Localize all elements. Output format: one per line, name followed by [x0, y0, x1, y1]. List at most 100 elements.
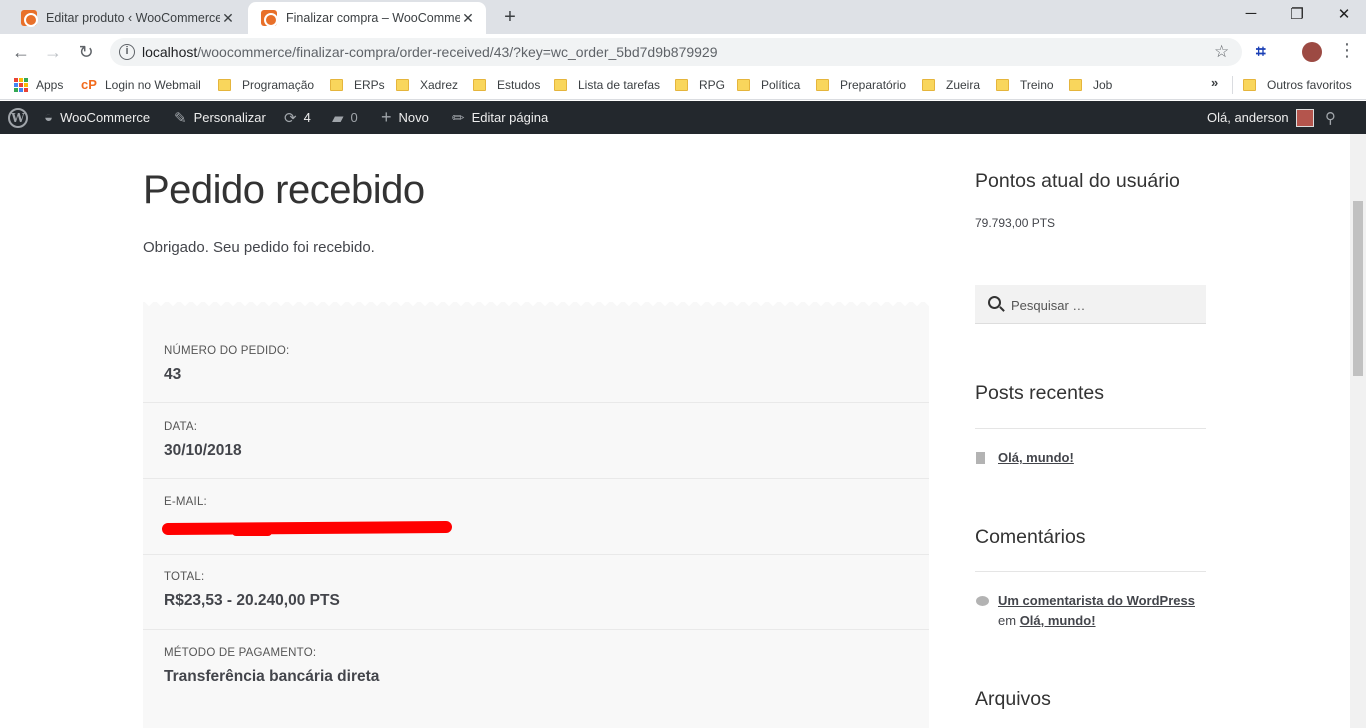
bookmark-xadrez[interactable]: Xadrez — [396, 76, 458, 94]
order-number-label: Número do pedido: — [164, 345, 290, 357]
apps-grid-icon — [14, 78, 28, 92]
comment-author-link[interactable]: Um comentarista do WordPress — [998, 593, 1195, 608]
site-name: WooCommerce — [60, 110, 151, 125]
order-date-row: Data: 30/10/2018 — [143, 403, 929, 479]
bookmark-label: Zueira — [946, 78, 981, 92]
points-widget-title: Pontos atual do usuário — [975, 170, 1180, 192]
comment-meta: em Olá, mundo! — [998, 613, 1096, 628]
folder-icon — [922, 79, 935, 91]
comment-post-link[interactable]: Olá, mundo! — [1020, 613, 1096, 628]
tab-title: Editar produto ‹ WooCommerce — [46, 11, 220, 25]
menu-kebab-icon[interactable]: ⋮ — [1338, 40, 1356, 61]
xampp-favicon-icon — [261, 10, 278, 27]
forward-arrow-icon[interactable]: → — [42, 41, 64, 63]
bookmark-label: Login no Webmail — [105, 78, 201, 92]
updates-icon: ⟳ — [284, 109, 297, 127]
tab-strip: Editar produto ‹ WooCommerce ✕ Finalizar… — [0, 0, 1366, 34]
admin-search-icon[interactable]: ⚲ — [1325, 101, 1336, 134]
reload-icon[interactable]: ↻ — [75, 41, 97, 63]
edit-page-label: Editar página — [471, 110, 549, 125]
wp-admin-bar: W ◒ WooCommerce ✎ Personalizar ⟳ 4 ▰ 0 + Novo… — [0, 101, 1366, 134]
bookmark-webmail[interactable]: cP Login no Webmail — [81, 76, 201, 94]
bookmark-label: Política — [761, 78, 801, 92]
folder-icon — [473, 79, 486, 91]
scrollbar-thumb[interactable] — [1353, 201, 1363, 376]
tab-editar-produto[interactable]: Editar produto ‹ WooCommerce ✕ — [8, 2, 246, 34]
folder-icon — [1069, 79, 1082, 91]
search-glyph: ⚲ — [1325, 109, 1336, 127]
bookmark-label: Xadrez — [420, 78, 459, 92]
url-path: /woocommerce/finalizar-compra/order-rece… — [197, 44, 718, 60]
restore-icon[interactable]: ❐ — [1285, 5, 1309, 23]
customize-menu[interactable]: ✎ Personalizar — [174, 101, 266, 134]
page-content: Pedido recebido Obrigado. Seu pedido foi… — [0, 134, 1350, 728]
bookmark-treino[interactable]: Treino — [996, 76, 1054, 94]
bookmark-label: ERPs — [354, 78, 385, 92]
bookmark-label: Apps — [36, 78, 64, 92]
brush-icon: ✎ — [174, 109, 187, 127]
customize-label: Personalizar — [193, 110, 266, 125]
search-icon — [988, 296, 1001, 309]
wp-logo-menu[interactable]: W — [8, 101, 28, 134]
new-label: Novo — [398, 110, 429, 125]
bookmark-erps[interactable]: ERPs — [330, 76, 385, 94]
url-text[interactable]: localhost/woocommerce/finalizar-compra/o… — [142, 44, 718, 60]
order-number-row: Número do pedido: 43 — [143, 327, 929, 403]
bookmark-preparatorio[interactable]: Preparatório — [816, 76, 906, 94]
folder-icon — [218, 79, 231, 91]
tab-finalizar-compra[interactable]: Finalizar compra – WooCommerce ✕ — [248, 2, 486, 34]
bookmark-outros-favoritos[interactable]: Outros favoritos — [1243, 76, 1352, 94]
xampp-favicon-icon — [21, 10, 38, 27]
bookmarks-overflow-icon[interactable]: » — [1211, 75, 1218, 90]
bookmark-estudos[interactable]: Estudos — [473, 76, 540, 94]
bookmark-apps[interactable]: Apps — [14, 76, 63, 94]
folder-icon — [1243, 79, 1256, 91]
bookmark-zueira[interactable]: Zueira — [922, 76, 980, 94]
folder-icon — [330, 79, 343, 91]
search-input[interactable] — [1011, 295, 1196, 315]
bookmark-label: Job — [1093, 78, 1113, 92]
order-date-label: Data: — [164, 421, 198, 433]
bookmark-lista-de-tarefas[interactable]: Lista de tarefas — [554, 76, 660, 94]
bookmark-job[interactable]: Job — [1069, 76, 1112, 94]
bookmark-label: RPG — [699, 78, 726, 92]
wordpress-logo-icon: W — [8, 107, 28, 128]
bookmark-politica[interactable]: Política — [737, 76, 800, 94]
extension-icon[interactable]: ⌗ — [1256, 42, 1266, 62]
new-content-menu[interactable]: + Novo — [381, 101, 429, 134]
comment-icon — [976, 596, 989, 606]
document-icon — [976, 452, 985, 464]
back-arrow-icon[interactable]: ← — [10, 41, 32, 63]
greeting: Olá, anderson — [1207, 110, 1289, 125]
minimize-icon[interactable]: ─ — [1239, 5, 1263, 22]
profile-avatar[interactable] — [1302, 42, 1322, 62]
new-tab-icon[interactable]: + — [500, 7, 520, 27]
updates-menu[interactable]: ⟳ 4 — [284, 101, 311, 134]
my-account-menu[interactable]: Olá, anderson — [1207, 101, 1314, 134]
close-tab-icon[interactable]: ✕ — [220, 10, 236, 27]
order-email-row: E-mail: — [143, 479, 929, 555]
cpanel-icon: cP — [81, 77, 97, 92]
site-name-menu[interactable]: ◒ WooCommerce — [44, 101, 150, 134]
close-tab-icon[interactable]: ✕ — [460, 10, 476, 27]
recent-post-link[interactable]: Olá, mundo! — [998, 450, 1074, 465]
bookmark-label: Outros favoritos — [1267, 78, 1352, 92]
points-value: 79.793,00 PTS — [975, 216, 1056, 230]
email-redaction-mark — [232, 528, 272, 536]
edit-page-menu[interactable]: ✏ Editar página — [452, 101, 548, 134]
comment-bubble-icon: ▰ — [332, 109, 344, 127]
bookmark-rpg[interactable]: RPG — [675, 76, 725, 94]
divider — [975, 571, 1206, 572]
close-window-icon[interactable]: ✕ — [1332, 5, 1356, 23]
divider — [975, 428, 1206, 429]
page-scrollbar[interactable] — [1350, 134, 1366, 728]
bookmark-star-icon[interactable]: ☆ — [1214, 42, 1229, 62]
email-redaction — [161, 520, 453, 536]
archives-title: Arquivos — [975, 688, 1051, 710]
bookmark-label: Preparatório — [840, 78, 907, 92]
folder-icon — [554, 79, 567, 91]
comments-menu[interactable]: ▰ 0 — [332, 101, 358, 134]
bookmark-programacao[interactable]: Programação — [218, 76, 314, 94]
folder-icon — [396, 79, 409, 91]
info-icon[interactable]: i — [119, 44, 135, 60]
